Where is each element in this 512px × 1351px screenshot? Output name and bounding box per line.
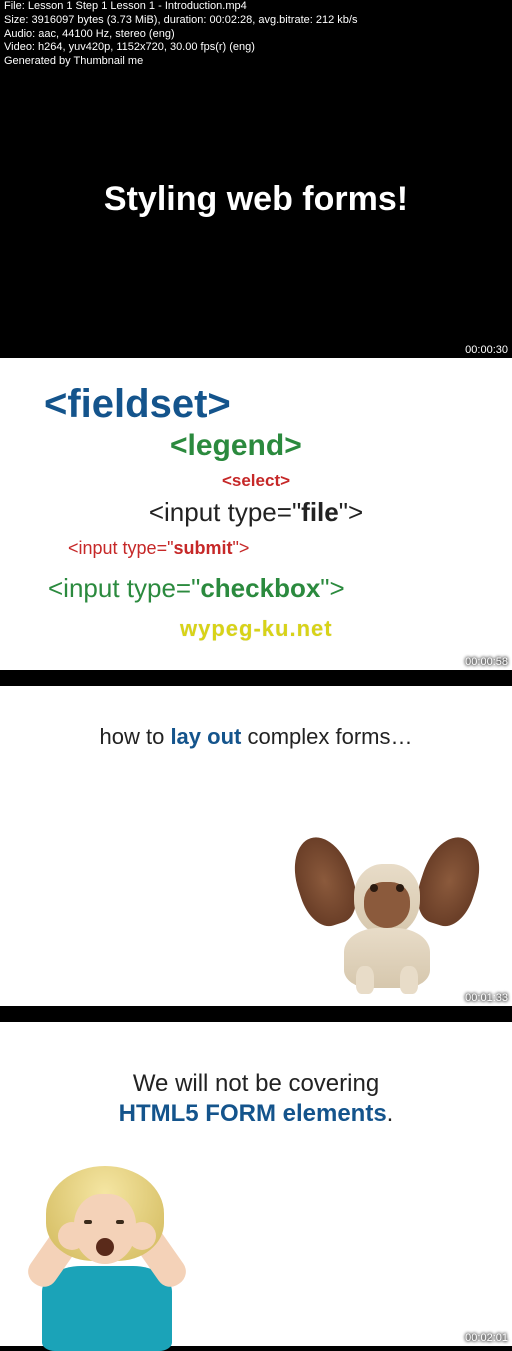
code-input-file: <input type="file"> (20, 497, 492, 528)
timestamp-4: 00:02:01 (465, 1332, 508, 1344)
slide-title: Styling web forms! (104, 180, 408, 219)
thumbnail-frame-3: how to lay out complex forms… 00:01:33 (0, 686, 512, 1006)
code-submit-post: "> (232, 538, 249, 558)
dog-ear-right (409, 830, 489, 933)
meta-video: Video: h264, yuv420p, 1152x720, 30.00 fp… (4, 41, 357, 55)
notcover-line2: HTML5 FORM elements. (20, 1100, 492, 1128)
dog-image (302, 836, 472, 996)
code-file-post: "> (339, 497, 363, 527)
dog-eyes (366, 884, 408, 894)
timestamp-3: 00:01:33 (465, 992, 508, 1004)
timestamp-2: 00:00:58 (465, 656, 508, 668)
notcover-post: . (387, 1100, 394, 1127)
frame-gap-1 (0, 670, 512, 686)
meta-size: Size: 3916097 bytes (3.73 MiB), duration… (4, 14, 357, 28)
thumbnail-frame-4: We will not be covering HTML5 FORM eleme… (0, 1022, 512, 1346)
woman-hand-right (128, 1222, 156, 1250)
dog-body (344, 928, 430, 988)
thumbnail-frame-2: <fieldset> <legend> <select> <input type… (0, 358, 512, 670)
code-checkbox-pre: <input type=" (48, 573, 200, 603)
code-input-submit: <input type="submit"> (68, 538, 492, 559)
notcover-line1: We will not be covering (20, 1070, 492, 1098)
code-checkbox-post: "> (320, 573, 344, 603)
code-submit-pre: <input type=" (68, 538, 173, 558)
dog-ear-left (284, 830, 364, 933)
woman-torso (42, 1266, 172, 1351)
layout-text: how to lay out complex forms… (20, 724, 492, 750)
file-metadata: File: Lesson 1 Step 1 Lesson 1 - Introdu… (4, 0, 357, 69)
meta-generated: Generated by Thumbnail me (4, 55, 357, 69)
woman-eye-right (116, 1220, 124, 1224)
code-input-checkbox: <input type="checkbox"> (48, 573, 492, 604)
code-submit-bold: submit (173, 538, 232, 558)
woman-image (12, 1166, 202, 1346)
woman-eye-left (84, 1220, 92, 1224)
code-file-bold: file (301, 497, 339, 527)
layout-pre: how to (100, 724, 171, 749)
code-select: <select> (20, 471, 492, 491)
layout-bold: lay out (170, 724, 241, 749)
layout-post: complex forms… (241, 724, 412, 749)
notcover-bold: HTML5 FORM elements (119, 1100, 387, 1127)
watermark-text: wypeg-ku.net (180, 616, 333, 642)
woman-hand-left (58, 1222, 86, 1250)
timestamp-1: 00:00:30 (465, 344, 508, 356)
meta-audio: Audio: aac, 44100 Hz, stereo (eng) (4, 28, 357, 42)
frame-gap-2 (0, 1006, 512, 1022)
code-file-pre: <input type=" (149, 497, 301, 527)
meta-file: File: Lesson 1 Step 1 Lesson 1 - Introdu… (4, 0, 357, 14)
code-fieldset: <fieldset> (44, 382, 492, 427)
code-legend: <legend> (170, 429, 492, 463)
woman-mouth (96, 1238, 114, 1256)
code-checkbox-bold: checkbox (200, 573, 320, 603)
